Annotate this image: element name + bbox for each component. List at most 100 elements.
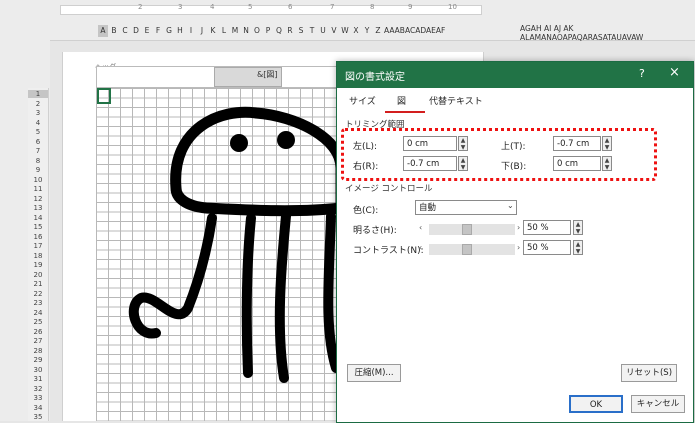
column-header[interactable]: F <box>153 25 163 37</box>
chevron-down-icon[interactable]: ⌄ <box>507 201 514 210</box>
row-header[interactable]: 21 <box>28 280 48 288</box>
column-header[interactable]: W <box>340 25 350 37</box>
column-header[interactable]: S <box>296 25 306 37</box>
close-button[interactable]: × <box>669 65 680 80</box>
crop-top-input[interactable]: -0.7 cm <box>553 136 601 151</box>
tab-alt-text[interactable]: 代替テキスト <box>429 94 483 110</box>
brightness-slider[interactable] <box>429 224 515 235</box>
row-header[interactable]: 7 <box>28 147 48 155</box>
column-header[interactable]: U <box>318 25 328 37</box>
row-header[interactable]: 26 <box>28 328 48 336</box>
ruler-mark: 4 <box>210 3 215 11</box>
column-header[interactable]: B <box>109 25 119 37</box>
tab-size[interactable]: サイズ <box>349 94 376 110</box>
crop-right-spinner[interactable]: ▲ ▼ <box>458 156 468 171</box>
row-header[interactable]: 31 <box>28 375 48 383</box>
row-header[interactable]: 32 <box>28 385 48 393</box>
row-header[interactable]: 14 <box>28 214 48 222</box>
tab-picture[interactable]: 図 <box>397 94 406 110</box>
brightness-spinner[interactable]: ▲ ▼ <box>573 220 583 235</box>
brightness-left-arrow-icon[interactable]: ‹ <box>419 223 422 232</box>
column-header[interactable]: I <box>186 25 196 37</box>
row-header[interactable]: 2 <box>28 100 48 108</box>
column-header[interactable]: E <box>142 25 152 37</box>
contrast-left-arrow-icon[interactable]: ‹ <box>419 243 422 252</box>
row-header[interactable]: 13 <box>28 204 48 212</box>
row-header[interactable]: 23 <box>28 299 48 307</box>
row-header[interactable]: 35 <box>28 413 48 421</box>
contrast-slider[interactable] <box>429 244 515 255</box>
crop-left-label: 左(L): <box>353 142 378 152</box>
row-header[interactable]: 12 <box>28 195 48 203</box>
column-header[interactable]: O <box>252 25 262 37</box>
crop-left-spinner[interactable]: ▲ ▼ <box>458 136 468 151</box>
contrast-slider-thumb[interactable] <box>462 244 472 255</box>
column-header[interactable]: Y <box>362 25 372 37</box>
row-header[interactable]: 5 <box>28 128 48 136</box>
compress-button[interactable]: 圧縮(M)... <box>347 364 401 382</box>
row-header[interactable]: 25 <box>28 318 48 326</box>
column-header[interactable]: P <box>263 25 273 37</box>
crop-bottom-spinner[interactable]: ▲ ▼ <box>602 156 612 171</box>
crop-right-input[interactable]: -0.7 cm <box>403 156 457 171</box>
row-header[interactable]: 19 <box>28 261 48 269</box>
row-header[interactable]: 17 <box>28 242 48 250</box>
contrast-spinner[interactable]: ▲ ▼ <box>573 240 583 255</box>
row-header[interactable]: 30 <box>28 366 48 374</box>
brightness-input[interactable]: 50 % <box>523 220 571 235</box>
color-select[interactable]: 自動 <box>415 200 517 215</box>
column-header[interactable]: A <box>98 25 108 37</box>
column-header[interactable]: AAABACADAEAF <box>384 25 445 37</box>
column-header[interactable]: H <box>175 25 185 37</box>
row-header[interactable]: 33 <box>28 394 48 402</box>
column-header[interactable]: L <box>219 25 229 37</box>
reset-button[interactable]: リセット(S) <box>621 364 677 382</box>
brightness-right-arrow-icon[interactable]: › <box>517 223 520 232</box>
row-header[interactable]: 28 <box>28 347 48 355</box>
column-header[interactable]: Z <box>373 25 383 37</box>
row-header[interactable]: 16 <box>28 233 48 241</box>
row-header[interactable]: 11 <box>28 185 48 193</box>
row-header[interactable]: 27 <box>28 337 48 345</box>
row-header[interactable]: 6 <box>28 138 48 146</box>
column-header[interactable]: V <box>329 25 339 37</box>
format-picture-dialog[interactable]: 図の書式設定 ? × サイズ 図 代替テキスト トリミング範囲 左(L): 0 … <box>336 61 694 423</box>
crop-bottom-input[interactable]: 0 cm <box>553 156 601 171</box>
row-header[interactable]: 24 <box>28 309 48 317</box>
row-header[interactable]: 20 <box>28 271 48 279</box>
ok-button[interactable]: OK <box>569 395 623 413</box>
contrast-right-arrow-icon[interactable]: › <box>517 243 520 252</box>
dialog-title-bar[interactable]: 図の書式設定 ? × <box>337 62 693 88</box>
crop-left-input[interactable]: 0 cm <box>403 136 457 151</box>
column-header[interactable]: X <box>351 25 361 37</box>
help-button[interactable]: ? <box>639 67 645 80</box>
row-header[interactable]: 15 <box>28 223 48 231</box>
jellyfish-drawing[interactable] <box>96 88 341 421</box>
column-header[interactable]: D <box>131 25 141 37</box>
column-header[interactable]: K <box>208 25 218 37</box>
cancel-button[interactable]: キャンセル <box>631 395 685 413</box>
ruler-track <box>60 5 482 15</box>
ruler-mark: 9 <box>408 3 413 11</box>
column-header[interactable]: T <box>307 25 317 37</box>
row-header[interactable]: 3 <box>28 109 48 117</box>
row-header[interactable]: 4 <box>28 119 48 127</box>
row-header[interactable]: 29 <box>28 356 48 364</box>
brightness-slider-thumb[interactable] <box>462 224 472 235</box>
row-header[interactable]: 10 <box>28 176 48 184</box>
column-header[interactable]: M <box>230 25 240 37</box>
column-header[interactable]: R <box>285 25 295 37</box>
contrast-input[interactable]: 50 % <box>523 240 571 255</box>
crop-top-spinner[interactable]: ▲ ▼ <box>602 136 612 151</box>
row-header[interactable]: 34 <box>28 404 48 412</box>
row-header[interactable]: 1 <box>28 90 48 98</box>
row-header[interactable]: 18 <box>28 252 48 260</box>
column-header[interactable]: Q <box>274 25 284 37</box>
column-header[interactable]: J <box>197 25 207 37</box>
row-header[interactable]: 22 <box>28 290 48 298</box>
column-header[interactable]: C <box>120 25 130 37</box>
row-header[interactable]: 8 <box>28 157 48 165</box>
row-header[interactable]: 9 <box>28 166 48 174</box>
column-header[interactable]: G <box>164 25 174 37</box>
column-header[interactable]: N <box>241 25 251 37</box>
